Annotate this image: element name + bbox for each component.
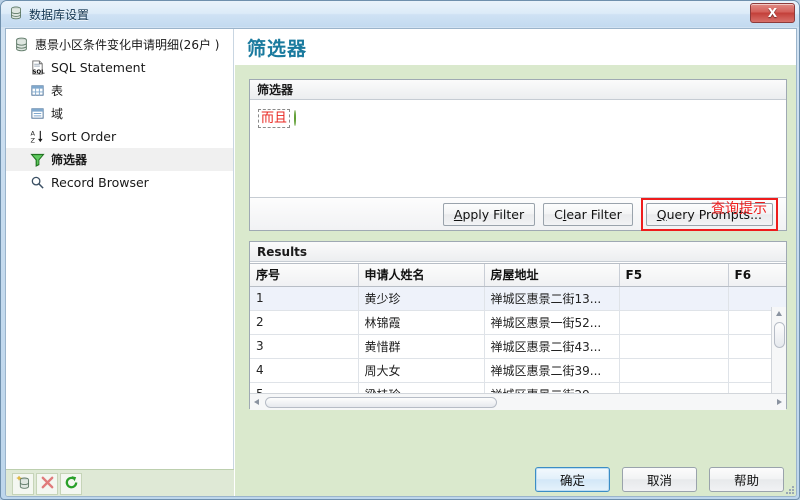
- cell-f5: [619, 358, 729, 383]
- sidebar-item-sort-order[interactable]: A Z Sort Order: [6, 125, 233, 148]
- resize-grip[interactable]: [783, 483, 795, 495]
- column-header[interactable]: F6: [728, 264, 786, 287]
- sidebar-item-fields[interactable]: 域: [6, 102, 233, 125]
- vertical-scroll-thumb[interactable]: [774, 322, 785, 348]
- table-row[interactable]: 1 黄少珍 禅城区惠景二街13...: [250, 286, 786, 311]
- database-icon: [9, 6, 23, 23]
- settings-body: 筛选器 而且 Apply Filter Cl ear Filter Q uery…: [235, 65, 796, 461]
- svg-text:SQL: SQL: [32, 70, 45, 75]
- delete-button[interactable]: [36, 472, 58, 495]
- sidebar-item-label: 筛选器: [51, 153, 88, 167]
- sidebar-item-label: SQL Statement: [51, 60, 146, 75]
- filter-operator-label: 而且: [261, 111, 288, 126]
- cell-name: 黄少珍: [358, 286, 485, 311]
- horizontal-scroll-thumb[interactable]: [265, 397, 497, 408]
- table-header-row: 序号 申请人姓名 房屋地址 F5 F6: [250, 264, 786, 287]
- cell-address: 禅城区惠景二街13...: [484, 286, 620, 311]
- page-header: 筛选器: [235, 29, 796, 65]
- cell-name: 林锦霞: [358, 310, 485, 335]
- cell-seq: 1: [250, 286, 359, 311]
- sidebar-item-label: Record Browser: [51, 175, 149, 190]
- sort-az-icon: A Z: [28, 128, 46, 146]
- filter-funnel-icon: [28, 151, 46, 169]
- sidebar-item-record-browser[interactable]: Record Browser: [6, 171, 233, 194]
- field-icon: [28, 105, 46, 123]
- svg-text:Z: Z: [30, 137, 35, 144]
- sidebar-item-tables[interactable]: 表: [6, 79, 233, 102]
- filter-expression-canvas[interactable]: 而且: [250, 101, 786, 209]
- table-row[interactable]: 3 黄惜群 禅城区惠景二街43...: [250, 334, 786, 359]
- sidebar-item-label: 表: [51, 84, 64, 98]
- cell-seq: 2: [250, 310, 359, 335]
- apply-filter-button[interactable]: Apply Filter: [442, 202, 536, 226]
- results-horizontal-scrollbar[interactable]: [250, 393, 786, 410]
- refresh-icon: [64, 475, 79, 493]
- scroll-up-arrow[interactable]: [776, 311, 782, 316]
- new-database-button[interactable]: [12, 472, 34, 495]
- scroll-left-arrow[interactable]: [254, 399, 259, 405]
- apply-filter-mnemonic: A: [453, 206, 463, 222]
- table-row[interactable]: 4 周大女 禅城区惠景二街39...: [250, 358, 786, 383]
- magnifier-icon: [28, 174, 46, 192]
- content-pane: 筛选器 筛选器 而且 Apply Filter C l ear Filter Q…: [235, 29, 796, 496]
- sidebar-item-label: Sort Order: [51, 129, 117, 144]
- clear-filter-button[interactable]: Cl ear Filter: [543, 202, 633, 226]
- results-group-box: Results 序号 申请人姓名 房屋地址 F5 F6 1 黄少珍 禅城区惠景二…: [249, 241, 787, 410]
- cell-f5: [619, 310, 729, 335]
- ok-button[interactable]: 确定: [535, 466, 610, 492]
- column-header[interactable]: 申请人姓名: [358, 264, 485, 287]
- filter-group-box: 筛选器 而且 Apply Filter Cl ear Filter Q uery…: [249, 79, 787, 231]
- column-header[interactable]: F5: [619, 264, 729, 287]
- apply-filter-label: pply Filter: [462, 206, 525, 222]
- sidebar-item-label: 域: [51, 107, 64, 121]
- close-icon: X: [767, 6, 778, 20]
- cell-f5: [619, 286, 729, 311]
- delete-icon: [40, 475, 55, 493]
- annotation-label: 查询提示: [711, 201, 767, 217]
- database-icon: [12, 36, 30, 54]
- tree-toolbar: [6, 469, 234, 496]
- table-row[interactable]: 2 林锦霞 禅城区惠景一街52...: [250, 310, 786, 335]
- query-prompts-mnemonic: Q: [656, 206, 667, 222]
- cancel-button[interactable]: 取消: [622, 466, 697, 492]
- filter-group-header: 筛选器: [250, 80, 786, 100]
- database-settings-window: 数据库设置 X 惠景小区条件变化申请明细(26户 ) SQL SQL State…: [0, 0, 800, 500]
- cell-address: 禅城区惠景二街39...: [484, 358, 620, 383]
- new-database-icon: [15, 474, 31, 493]
- title-bar: 数据库设置 X: [1, 1, 799, 27]
- cell-address: 禅城区惠景二街43...: [484, 334, 620, 359]
- cell-seq: 4: [250, 358, 359, 383]
- sql-document-icon: SQL: [28, 59, 46, 77]
- tree-root-label: 惠景小区条件变化申请明细(26户 ): [35, 38, 220, 52]
- cell-name: 周大女: [358, 358, 485, 383]
- column-header[interactable]: 序号: [250, 264, 359, 287]
- table-icon: [28, 82, 46, 100]
- scroll-right-arrow[interactable]: [777, 399, 782, 405]
- cell-seq: 3: [250, 334, 359, 359]
- clear-filter-prefix: C: [554, 206, 563, 222]
- column-header[interactable]: 房屋地址: [484, 264, 620, 287]
- sidebar-item-sql-statement[interactable]: SQL SQL Statement: [6, 56, 233, 79]
- help-button[interactable]: 帮助: [709, 466, 784, 492]
- window-title: 数据库设置: [29, 7, 90, 22]
- navigation-tree: 惠景小区条件变化申请明细(26户 ) SQL SQL Statement 表 域…: [6, 29, 234, 469]
- page-title: 筛选器: [247, 37, 308, 60]
- refresh-button[interactable]: [60, 472, 82, 495]
- filter-expression-chip[interactable]: 而且: [258, 109, 291, 128]
- tree-root-node[interactable]: 惠景小区条件变化申请明细(26户 ): [6, 33, 233, 56]
- results-table: 序号 申请人姓名 房屋地址 F5 F6 1 黄少珍 禅城区惠景二街13... 2…: [250, 264, 786, 410]
- results-group-header: Results: [250, 242, 786, 262]
- filter-button-row: Apply Filter Cl ear Filter Query Prompts.…: [250, 197, 786, 231]
- cell-name: 黄惜群: [358, 334, 485, 359]
- clear-filter-label: ear Filter: [566, 206, 622, 222]
- client-area: 惠景小区条件变化申请明细(26户 ) SQL SQL Statement 表 域…: [5, 28, 797, 497]
- dialog-button-bar: 确定 取消 帮助: [235, 461, 796, 496]
- close-button[interactable]: X: [750, 3, 795, 23]
- cell-f5: [619, 334, 729, 359]
- cell-address: 禅城区惠景一街52...: [484, 310, 620, 335]
- results-grid[interactable]: 序号 申请人姓名 房屋地址 F5 F6 1 黄少珍 禅城区惠景二街13... 2…: [250, 263, 786, 410]
- sidebar-item-filter[interactable]: 筛选器: [6, 148, 233, 171]
- plus-circle-icon[interactable]: [294, 110, 297, 126]
